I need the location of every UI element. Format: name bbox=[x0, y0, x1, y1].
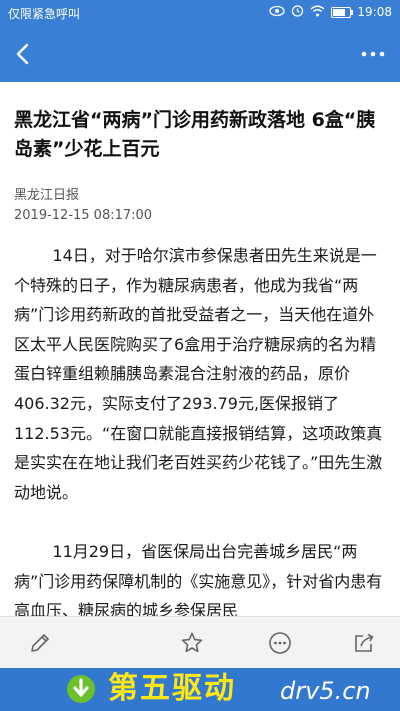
share-icon[interactable] bbox=[352, 631, 376, 655]
chevron-left-icon[interactable] bbox=[8, 38, 40, 70]
app-bar bbox=[0, 26, 400, 82]
more-icon[interactable] bbox=[268, 631, 292, 655]
bottom-toolbar bbox=[0, 616, 400, 669]
wifi-icon bbox=[310, 5, 325, 20]
status-time: 19:08 bbox=[357, 5, 392, 19]
watermark-url: drv5.cn bbox=[280, 677, 371, 705]
alarm-icon bbox=[291, 4, 304, 20]
article-date: 2019-12-15 08:17:00 bbox=[14, 208, 153, 223]
edit-icon[interactable] bbox=[28, 631, 52, 655]
status-bar: 仅限紧急呼叫 19:08 bbox=[0, 0, 400, 26]
star-icon[interactable] bbox=[180, 631, 204, 655]
more-dots-icon[interactable] bbox=[356, 38, 390, 70]
carrier-text: 仅限紧急呼叫 bbox=[8, 7, 81, 21]
article-paragraph: 11月29日，省医保局出台完善城乡居民“两病”门诊用药保障机制的《实施意见》，针… bbox=[14, 542, 383, 621]
article-title: 黑龙江省“两病”门诊用药新政落地 6盒“胰岛素”少花上百元 bbox=[14, 109, 376, 160]
article-source: 黑龙江日报 bbox=[14, 188, 80, 203]
eye-icon bbox=[269, 5, 286, 20]
battery-icon bbox=[331, 6, 354, 18]
article-paragraph: 14日，对于哈尔滨市参保患者田先生来说是一个特殊的日子，作为糖尿病患者，他成为我… bbox=[14, 246, 383, 502]
watermark-brand: 第五驱动 bbox=[108, 671, 236, 706]
download-arrow-icon bbox=[66, 674, 96, 704]
